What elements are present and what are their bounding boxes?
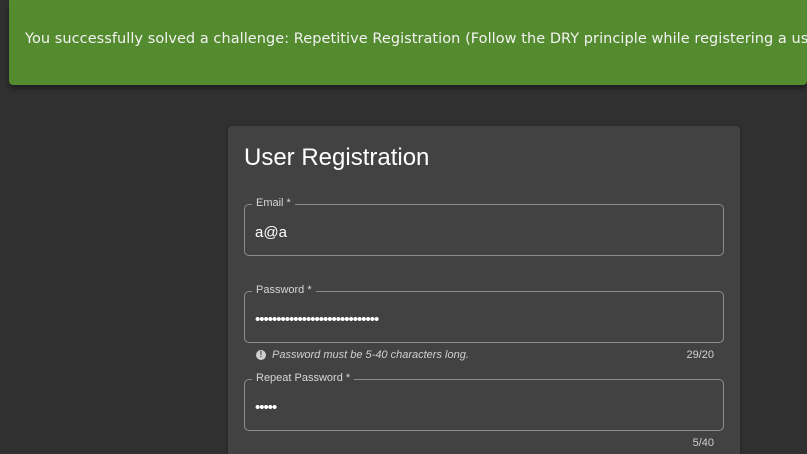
password-input[interactable]: ••••••••••••••••••••••••••••• — [255, 310, 695, 330]
password-hint-text: Password must be 5-40 characters long. — [272, 349, 469, 361]
password-label: Password * — [252, 284, 316, 296]
exclamation-circle-icon: ! — [256, 350, 266, 360]
password-hint: ! Password must be 5-40 characters long. — [256, 349, 469, 361]
page: You successfully solved a challenge: Rep… — [0, 0, 807, 454]
email-input[interactable]: a@a — [255, 223, 695, 243]
repeat-password-field[interactable]: Repeat Password * ••••• — [244, 372, 724, 431]
repeat-password-label: Repeat Password * — [252, 372, 355, 384]
repeat-password-input[interactable]: ••••• — [255, 398, 695, 418]
password-char-counter: 29/20 — [686, 349, 714, 361]
password-field[interactable]: Password * ••••••••••••••••••••••••••••• — [244, 284, 724, 343]
page-title: User Registration — [244, 144, 430, 171]
snackbar-message: You successfully solved a challenge: Rep… — [25, 31, 807, 47]
registration-card: User Registration Email * a@a Password *… — [228, 126, 740, 454]
email-field[interactable]: Email * a@a — [244, 197, 724, 256]
challenge-solved-snackbar: You successfully solved a challenge: Rep… — [9, 0, 807, 85]
repeat-password-char-counter: 5/40 — [692, 437, 714, 449]
email-label: Email * — [252, 197, 295, 209]
